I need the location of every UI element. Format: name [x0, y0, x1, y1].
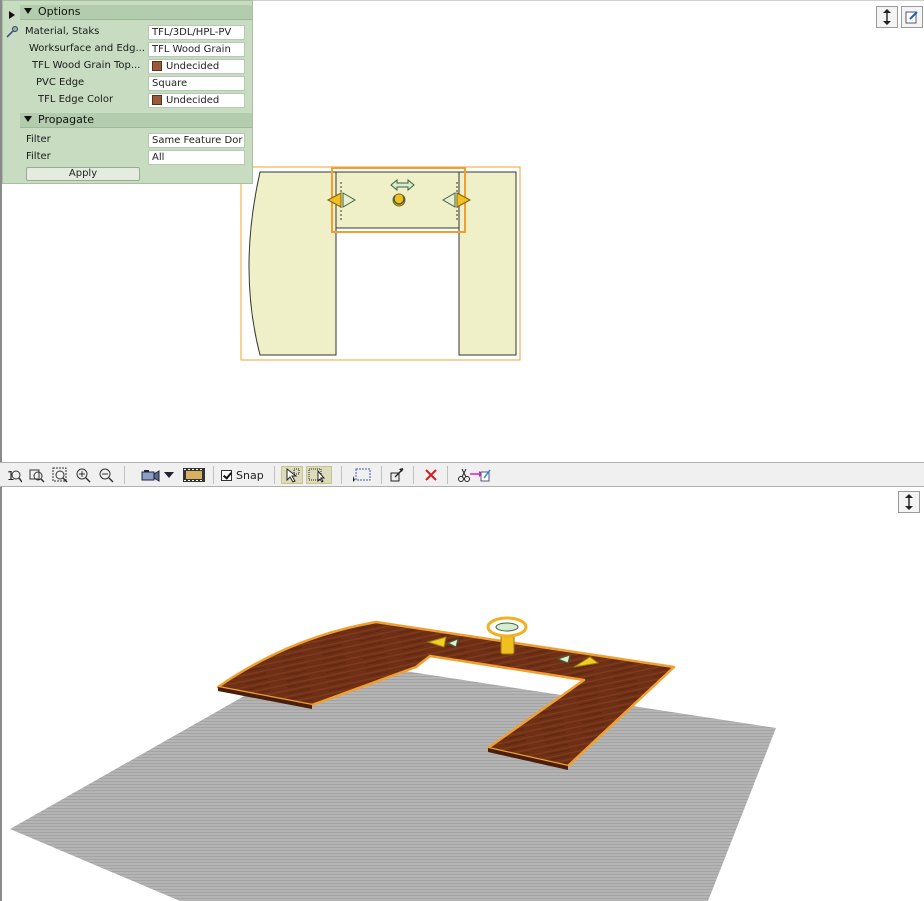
zoom-out-button[interactable]	[97, 466, 115, 484]
view-toolbar: 1 Snap	[0, 462, 924, 487]
3d-scene[interactable]	[0, 487, 924, 901]
camera-dropdown-button[interactable]	[163, 466, 175, 484]
expand-triangle-icon	[24, 8, 32, 14]
edit-pencil-icon	[905, 11, 918, 24]
zoom-extents-icon	[52, 467, 68, 483]
toolbar-separator	[381, 466, 382, 484]
color-swatch	[152, 61, 162, 71]
zoom-in-icon	[76, 468, 91, 483]
filmstrip-button[interactable]	[183, 466, 205, 484]
zoom-1-icon: 1	[7, 469, 22, 483]
propagate-section-title: Propagate	[38, 113, 94, 126]
svg-text:1: 1	[7, 469, 15, 483]
toolbar-separator	[413, 466, 414, 484]
material-value: TFL/3DL/HPL-PV	[152, 27, 232, 38]
plan-left-return[interactable]	[248, 171, 337, 356]
edge-color-value: Undecided	[166, 95, 220, 106]
snap-label: Snap	[236, 468, 264, 482]
options-section-title: Options	[38, 5, 81, 18]
apply-button[interactable]: Apply	[26, 167, 140, 181]
zoom-window-icon	[29, 469, 45, 483]
pvc-edge-value: Square	[152, 78, 188, 89]
filter-scope-field[interactable]: All	[148, 150, 245, 165]
delete-icon	[425, 469, 437, 481]
propagate-section-header[interactable]: Propagate	[20, 113, 252, 128]
camera-dropdown-icon	[164, 472, 174, 478]
select-toggle-icon	[308, 468, 326, 483]
3d-view-toggle-button[interactable]	[898, 491, 920, 513]
zoom-out-icon	[99, 468, 114, 483]
select-add-icon	[286, 467, 300, 483]
wood-grain-top-label: TFL Wood Grain Top...	[32, 60, 141, 71]
camera-button[interactable]	[139, 466, 161, 484]
zoom-window-button[interactable]	[28, 466, 46, 484]
floor-plane	[10, 657, 776, 901]
filter-label: Filter	[26, 151, 51, 162]
vertical-arrows-icon	[905, 494, 913, 510]
filter-label: Filter	[26, 134, 51, 145]
marquee-select-icon	[353, 468, 371, 482]
vertical-arrows-icon	[883, 9, 891, 25]
worksurface-value: TFL Wood Grain	[152, 44, 231, 55]
worksurface-label: Worksurface and Edg...	[29, 43, 146, 54]
plan-view-edit-button[interactable]	[901, 6, 923, 28]
zoom-extents-button[interactable]	[51, 466, 69, 484]
camera-icon	[141, 470, 160, 482]
toolbar-separator	[274, 466, 275, 484]
worksurface-field[interactable]: TFL Wood Grain	[148, 42, 245, 57]
toolbar-separator	[213, 466, 214, 484]
toolbar-separator	[124, 466, 125, 484]
material-label: Material, Staks	[25, 26, 100, 37]
options-section-header[interactable]: Options	[20, 5, 252, 20]
toolbar-separator	[341, 466, 342, 484]
zoom-1-button[interactable]: 1	[5, 466, 23, 484]
options-panel: Options Material, Staks TFL/3DL/HPL-PV W…	[2, 0, 253, 184]
cut-paste-button[interactable]	[456, 466, 492, 484]
material-field[interactable]: TFL/3DL/HPL-PV	[148, 25, 245, 40]
color-swatch	[152, 95, 162, 105]
toolbar-separator	[447, 466, 448, 484]
marquee-select-button[interactable]	[351, 466, 373, 484]
cut-paste-icon	[458, 468, 491, 482]
wood-grain-top-field[interactable]: Undecided	[148, 59, 245, 74]
filmstrip-icon	[183, 468, 205, 482]
pvc-edge-label: PVC Edge	[36, 77, 85, 88]
plan-view-toggle-button[interactable]	[876, 6, 898, 28]
select-toggle-button[interactable]	[306, 466, 332, 484]
panel-collapse-arrow-icon[interactable]	[9, 11, 15, 19]
expand-triangle-icon	[24, 116, 32, 122]
move-arrange-icon	[390, 468, 404, 482]
snap-checkbox[interactable]	[221, 469, 232, 481]
delete-button[interactable]	[422, 466, 440, 484]
select-add-button[interactable]	[281, 466, 303, 484]
wood-grain-top-value: Undecided	[166, 61, 220, 72]
edge-color-label: TFL Edge Color	[38, 94, 114, 105]
wand-pin-icon[interactable]	[5, 25, 19, 39]
filter-feature-field[interactable]: Same Feature Dor	[148, 133, 245, 148]
zoom-in-button[interactable]	[74, 466, 92, 484]
plan-view[interactable]: Options Material, Staks TFL/3DL/HPL-PV W…	[0, 0, 924, 462]
filter-scope-value: All	[152, 152, 165, 163]
snap-toggle[interactable]: Snap	[221, 468, 264, 482]
pvc-edge-field[interactable]: Square	[148, 76, 245, 91]
move-arrange-button[interactable]	[388, 466, 406, 484]
rotate-handle[interactable]	[392, 193, 406, 207]
filter-feature-value: Same Feature Dor	[152, 135, 243, 146]
edge-color-field[interactable]: Undecided	[148, 93, 245, 108]
